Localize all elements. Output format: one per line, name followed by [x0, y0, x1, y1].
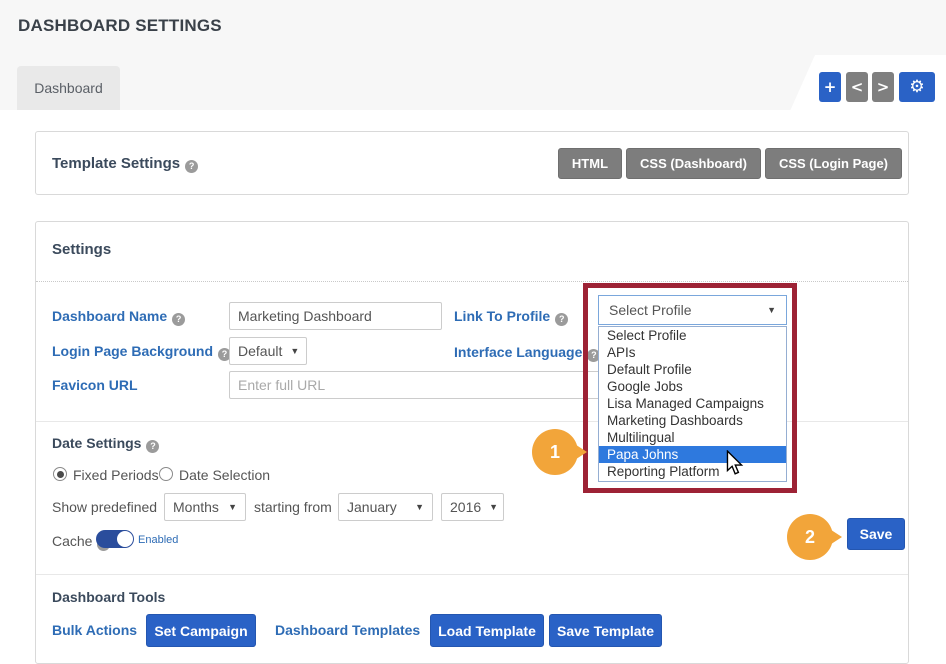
- move-left-button[interactable]: <: [846, 72, 868, 102]
- chevron-down-icon: ▼: [290, 346, 299, 356]
- profile-option[interactable]: Reporting Platform: [599, 463, 786, 480]
- profile-option[interactable]: APIs: [599, 344, 786, 361]
- profile-option[interactable]: Default Profile: [599, 361, 786, 378]
- chevron-down-icon: ▼: [489, 502, 498, 512]
- divider: [36, 281, 908, 282]
- page-title: DASHBOARD SETTINGS: [18, 16, 222, 36]
- template-settings-title: Template Settings?: [52, 155, 198, 173]
- help-icon[interactable]: ?: [185, 160, 198, 173]
- fixed-periods-radio[interactable]: [53, 467, 67, 481]
- css-login-page-button[interactable]: CSS (Login Page): [765, 148, 902, 179]
- chevron-down-icon: ▼: [767, 305, 776, 315]
- date-settings-label: Date Settings?: [52, 435, 159, 453]
- help-icon[interactable]: ?: [146, 440, 159, 453]
- cache-toggle[interactable]: [96, 530, 134, 548]
- interface-language-label: Interface Language?: [454, 344, 600, 362]
- help-icon[interactable]: ?: [172, 313, 185, 326]
- link-to-profile-label: Link To Profile?: [454, 308, 568, 326]
- profile-option[interactable]: Google Jobs: [599, 378, 786, 395]
- html-button[interactable]: HTML: [558, 148, 622, 179]
- profile-option[interactable]: Marketing Dashboards: [599, 412, 786, 429]
- start-year-select[interactable]: 2016▼: [441, 493, 504, 521]
- profile-option[interactable]: Lisa Managed Campaigns: [599, 395, 786, 412]
- template-settings-panel: Template Settings? HTML CSS (Dashboard) …: [35, 131, 909, 195]
- chevron-down-icon: ▼: [415, 502, 424, 512]
- favicon-url-label: Favicon URL: [52, 377, 138, 393]
- profile-dropdown-list: Select ProfileAPIsDefault ProfileGoogle …: [598, 326, 787, 482]
- profile-option[interactable]: Papa Johns: [599, 446, 786, 463]
- date-selection-label: Date Selection: [179, 467, 270, 483]
- help-icon[interactable]: ?: [555, 313, 568, 326]
- dashboard-tools-title: Dashboard Tools: [52, 589, 165, 605]
- date-selection-radio[interactable]: [159, 467, 173, 481]
- link-to-profile-select[interactable]: Select Profile ▼: [598, 295, 787, 325]
- fixed-periods-label: Fixed Periods: [73, 467, 159, 483]
- show-predefined-label: Show predefined: [52, 499, 157, 515]
- settings-title: Settings: [52, 241, 111, 258]
- css-dashboard-button[interactable]: CSS (Dashboard): [626, 148, 761, 179]
- save-template-button[interactable]: Save Template: [549, 614, 662, 647]
- dashboard-name-label: Dashboard Name?: [52, 308, 185, 326]
- set-campaign-button[interactable]: Set Campaign: [146, 614, 256, 647]
- load-template-button[interactable]: Load Template: [430, 614, 544, 647]
- divider: [36, 574, 908, 575]
- move-right-button[interactable]: >: [872, 72, 894, 102]
- add-dashboard-button[interactable]: +: [819, 72, 841, 102]
- predefined-period-select[interactable]: Months▼: [164, 493, 246, 521]
- login-page-background-select[interactable]: Default▼: [229, 337, 307, 365]
- chevron-down-icon: ▼: [228, 502, 237, 512]
- dashboard-name-input[interactable]: [229, 302, 442, 330]
- gear-icon[interactable]: ⚙: [899, 72, 935, 102]
- template-buttons-group: HTML CSS (Dashboard) CSS (Login Page): [558, 148, 902, 179]
- tab-dashboard[interactable]: Dashboard: [17, 66, 120, 110]
- starting-from-label: starting from: [254, 499, 332, 515]
- profile-option[interactable]: Select Profile: [599, 327, 786, 344]
- cache-state-label: Enabled: [138, 534, 178, 546]
- login-page-background-label: Login Page Background?: [52, 343, 231, 361]
- dashboard-templates-label: Dashboard Templates: [275, 622, 420, 638]
- profile-option[interactable]: Multilingual: [599, 429, 786, 446]
- start-month-select[interactable]: January▼: [338, 493, 433, 521]
- save-button[interactable]: Save: [847, 518, 905, 550]
- bulk-actions-label: Bulk Actions: [52, 622, 137, 638]
